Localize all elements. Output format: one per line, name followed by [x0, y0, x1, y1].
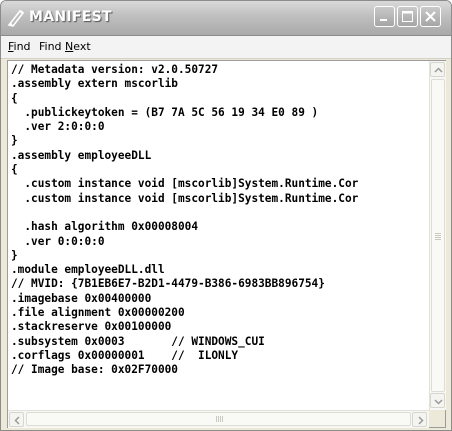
- vertical-thumb-grip: [435, 232, 441, 240]
- code-line: .custom instance void [mscorlib]System.R…: [11, 191, 359, 205]
- menu-find-label: ind: [13, 40, 31, 53]
- code-line: .stackreserve 0x00100000: [11, 320, 172, 334]
- code-line: .subsystem 0x0003 // WINDOWS_CUI: [11, 334, 265, 348]
- scroll-right-button[interactable]: [412, 412, 427, 427]
- maximize-button[interactable]: [397, 6, 418, 27]
- menu-find[interactable]: Find: [8, 40, 31, 53]
- scrollbar-corner: [429, 410, 445, 427]
- code-line: {: [11, 91, 18, 105]
- code-line: .ver 0:0:0:0: [11, 234, 105, 248]
- code-line: }: [11, 134, 18, 148]
- menu-find-next-prefix: Find: [39, 40, 66, 53]
- vertical-scrollbar[interactable]: [429, 61, 446, 410]
- code-line: // Image base: 0x02F70000: [11, 363, 178, 377]
- close-button[interactable]: [420, 6, 441, 27]
- code-line: .file alignment 0x00000200: [11, 306, 185, 320]
- code-line: .assembly employeeDLL: [11, 148, 152, 162]
- menu-find-next[interactable]: Find Next: [39, 40, 91, 53]
- manifest-window: MANIFEST Find Find Next // Metadata vers…: [0, 0, 452, 431]
- minimize-button[interactable]: [374, 6, 395, 27]
- pen-icon: [7, 9, 25, 27]
- close-icon: [425, 11, 436, 22]
- maximize-icon: [402, 11, 413, 22]
- title-bar[interactable]: MANIFEST: [1, 1, 451, 36]
- vertical-scroll-thumb[interactable]: [431, 79, 445, 392]
- code-line: .module employeeDLL.dll: [11, 263, 165, 277]
- code-line: }: [11, 248, 18, 262]
- manifest-text-area[interactable]: // Metadata version: v2.0.50727 .assembly…: [7, 60, 446, 428]
- code-line: // Metadata version: v2.0.50727: [11, 63, 219, 76]
- minimize-icon: [380, 19, 387, 21]
- code-line: .ver 2:0:0:0: [11, 120, 105, 134]
- code-view[interactable]: // Metadata version: v2.0.50727 .assembly…: [11, 63, 428, 408]
- code-line: .hash algorithm 0x00008004: [11, 220, 199, 234]
- menu-bar: Find Find Next: [1, 36, 451, 59]
- code-line: .corflags 0x00000001 // ILONLY: [11, 348, 239, 362]
- horizontal-scroll-thumb[interactable]: [26, 412, 411, 426]
- horizontal-thumb-grip: [215, 416, 223, 422]
- code-line: .assembly extern mscorlib: [11, 77, 178, 91]
- code-line: // MVID: {7B1EB6E7-B2D1-4479-B386-6983BB…: [11, 277, 325, 291]
- code-line: .custom instance void [mscorlib]System.R…: [11, 177, 359, 191]
- code-line: {: [11, 163, 18, 177]
- horizontal-scrollbar[interactable]: [8, 410, 429, 428]
- code-line: .publickeytoken = (B7 7A 5C 56 19 34 E0 …: [11, 105, 319, 119]
- scroll-up-button[interactable]: [430, 62, 445, 77]
- scroll-left-button[interactable]: [9, 412, 24, 427]
- chevron-right-icon: [418, 416, 424, 425]
- scroll-down-button[interactable]: [430, 393, 445, 408]
- menu-find-next-label: ext: [73, 40, 91, 53]
- chevron-left-icon: [14, 416, 20, 425]
- window-title: MANIFEST: [29, 9, 112, 25]
- chevron-down-icon: [434, 399, 443, 405]
- code-line: .imagebase 0x00400000: [11, 291, 152, 305]
- chevron-up-icon: [434, 67, 443, 73]
